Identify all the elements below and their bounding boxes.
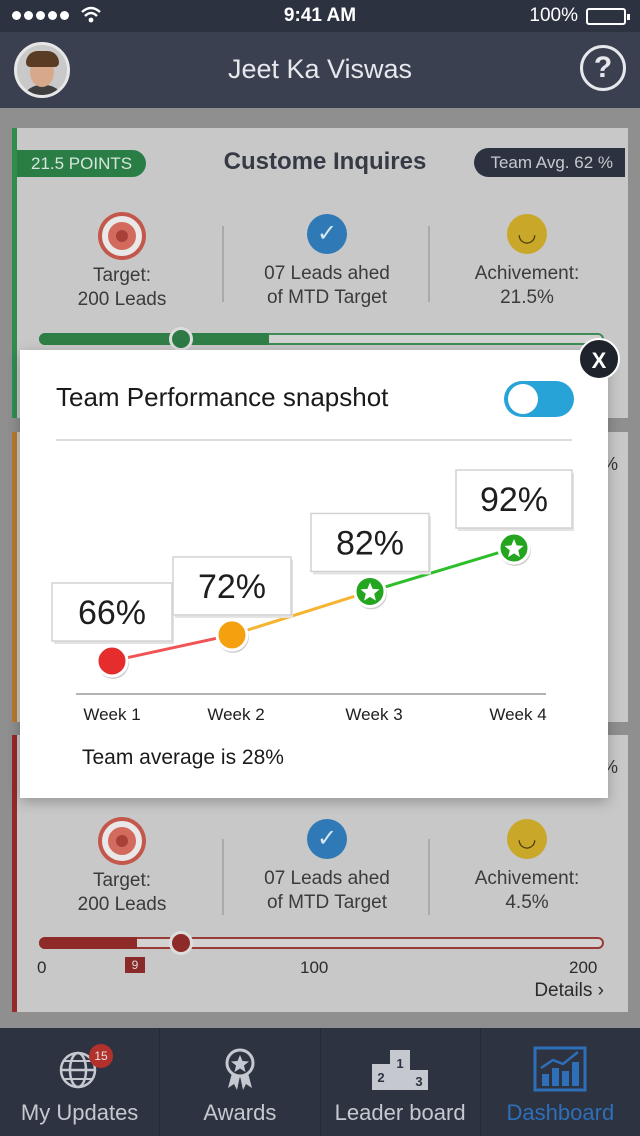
tab-label: Leader board (334, 1100, 466, 1125)
check-icon: ✓ (307, 819, 347, 859)
svg-text:3: 3 (416, 1074, 423, 1089)
tab-label: Awards (203, 1100, 277, 1125)
progress-knob[interactable] (169, 931, 193, 955)
data-point (215, 618, 249, 653)
award-icon (225, 1048, 255, 1090)
x-tick-label: Week 3 (345, 705, 402, 724)
data-label-box: 82% (310, 512, 431, 575)
data-label-box: 66% (51, 582, 174, 644)
x-tick-label: Week 2 (207, 705, 264, 724)
tab-awards[interactable]: Awards (160, 1028, 321, 1136)
star-point-icon (497, 531, 531, 566)
progress-fill (39, 937, 137, 949)
star-point-icon (353, 574, 387, 610)
notification-badge: 15 (89, 1044, 113, 1068)
details-link[interactable]: Details › (534, 980, 604, 1002)
tab-leader-board[interactable]: 1 2 3 Leader board (321, 1028, 481, 1136)
status-bar: 9:41 AM 100% (0, 0, 640, 32)
data-label-box: 72% (172, 556, 293, 618)
page-title: Jeet Ka Viswas (227, 54, 413, 84)
team-average-text: Team average is 28% (82, 746, 284, 769)
team-avg-badge: Team Avg. 62 % (474, 148, 625, 177)
target-icon (102, 821, 142, 861)
data-label: 66% (78, 594, 146, 632)
target-icon (102, 216, 142, 256)
achievement-stat: ◡ Achivement: 4.5% (457, 819, 597, 915)
check-icon: ✓ (307, 214, 347, 254)
scale-mid: 100 (300, 958, 329, 977)
performance-line-chart: 66% 72% 82% 92% Week 1 Week 2 Week 3 Week 4 (51, 469, 574, 724)
app-header: Jeet Ka Viswas ? (0, 32, 640, 108)
x-tick-label: Week 4 (489, 705, 546, 724)
team-performance-modal: Team Performance snapshot 66% 72% 82% 92% We… (20, 350, 608, 798)
tab-label: My Updates (20, 1100, 139, 1125)
scale-min: 0 (37, 958, 47, 977)
progress-marker: 9 (125, 957, 145, 973)
data-label: 92% (480, 481, 548, 519)
leads-stat: ✓ 07 Leads ahed of MTD Target (237, 214, 417, 310)
svg-text:2: 2 (378, 1070, 385, 1085)
bottom-tab-bar: 15 My Updates Awards 1 2 3 Leader board (0, 1028, 640, 1136)
target-stat: Target: 200 Leads (57, 216, 187, 312)
battery-icon (586, 8, 630, 25)
podium-icon: 1 2 3 (372, 1050, 429, 1090)
progress-fill (39, 333, 269, 345)
scale-max: 200 (569, 958, 598, 977)
help-icon[interactable]: ? (580, 45, 626, 91)
tab-dashboard[interactable]: Dashboard (481, 1028, 640, 1136)
data-point (95, 644, 129, 679)
svg-text:1: 1 (397, 1056, 404, 1071)
data-label: 82% (336, 524, 404, 562)
smile-icon: ◡ (507, 819, 547, 859)
dashboard-chart-icon (533, 1046, 587, 1092)
tab-my-updates[interactable]: 15 My Updates (0, 1028, 161, 1136)
close-button[interactable]: X (578, 338, 620, 380)
achievement-stat: ◡ Achivement: 21.5% (457, 214, 597, 310)
data-label-box: 92% (455, 469, 574, 531)
tab-label: Dashboard (506, 1100, 615, 1125)
target-stat: Target: 200 Leads (57, 821, 187, 917)
smile-icon: ◡ (507, 214, 547, 254)
battery-percent: 100% (529, 5, 578, 26)
leads-stat: ✓ 07 Leads ahed of MTD Target (237, 819, 417, 915)
progress-knob[interactable] (169, 327, 193, 351)
data-label: 72% (198, 568, 266, 606)
x-tick-label: Week 1 (83, 705, 140, 724)
